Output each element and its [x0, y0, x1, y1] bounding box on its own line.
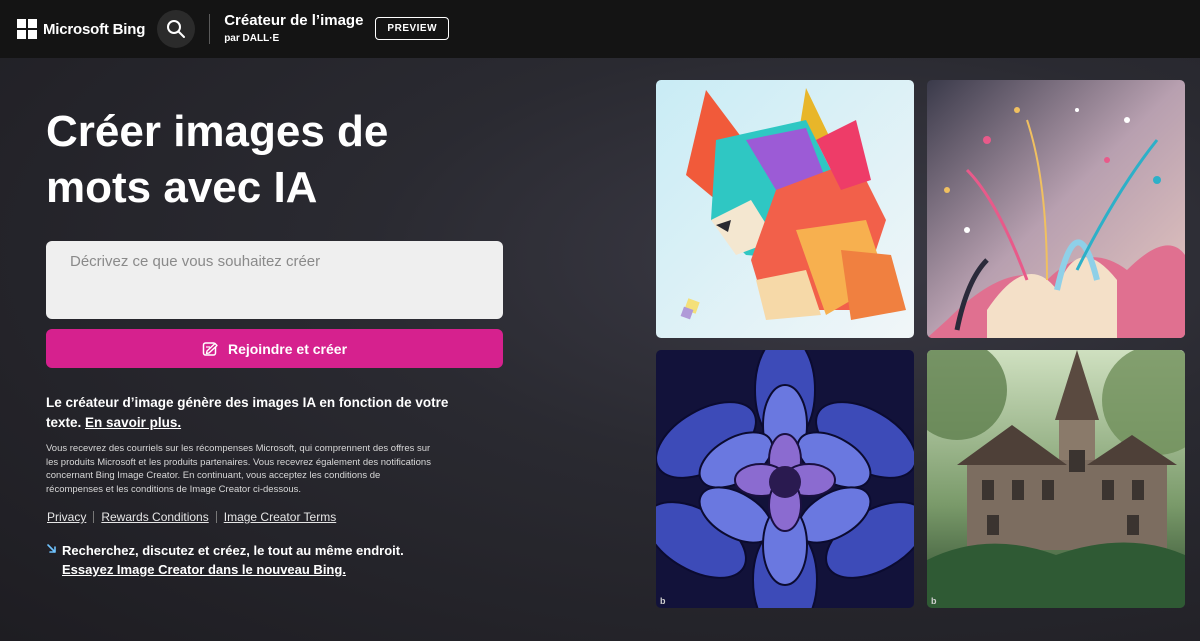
- paint-splash-image[interactable]: [927, 80, 1185, 338]
- footer-links: Privacy Rewards Conditions Image Creator…: [47, 510, 336, 524]
- blue-dahlia-image[interactable]: b: [656, 350, 914, 608]
- preview-badge: PREVIEW: [375, 16, 450, 40]
- search-icon: [167, 20, 186, 38]
- fox-papercraft-image[interactable]: [656, 80, 914, 338]
- create-sparkle-icon: [202, 340, 220, 358]
- privacy-link[interactable]: Privacy: [47, 510, 86, 524]
- prompt-input[interactable]: [46, 241, 503, 319]
- create-button-label: Rejoindre et créer: [227, 340, 348, 357]
- product-title: Créateur de l’image: [224, 12, 364, 29]
- try-new-bing-link[interactable]: Essayez Image Creator dans le nouveau Bi…: [62, 562, 346, 577]
- top-bar: Microsoft Bing Créateur de l’image par D…: [0, 0, 1200, 58]
- page-title: Créer images de mots avec IA: [46, 107, 389, 212]
- rewards-conditions-link[interactable]: Rewards Conditions: [101, 510, 208, 524]
- search-button[interactable]: [157, 10, 196, 48]
- image-creator-terms-link[interactable]: Image Creator Terms: [224, 510, 336, 524]
- join-and-create-button[interactable]: Rejoindre et créer: [46, 329, 503, 368]
- arrow-sparkle-icon: [46, 541, 58, 560]
- forest-castle-image[interactable]: b: [927, 350, 1185, 608]
- header-divider: [209, 14, 211, 44]
- microsoft-bing-logo[interactable]: Microsoft Bing: [17, 19, 145, 39]
- promo-text: Recherchez, discutez et créez, le tout a…: [62, 543, 404, 558]
- product-subtitle: par DALL·E: [224, 33, 280, 44]
- microsoft-logo-icon: [17, 19, 37, 39]
- bing-watermark: b: [931, 596, 937, 606]
- fine-print: Vous recevrez des courriels sur les réco…: [46, 443, 431, 495]
- description-text: Le créateur d’image génère des images IA…: [46, 393, 476, 433]
- learn-more-link[interactable]: En savoir plus.: [85, 415, 181, 430]
- product-brand[interactable]: Créateur de l’image par DALL·E: [224, 12, 363, 46]
- link-separator: [215, 511, 217, 523]
- bing-watermark: b: [660, 596, 666, 606]
- logo-text: Microsoft Bing: [43, 20, 146, 38]
- new-bing-promo: Recherchez, discutez et créez, le tout a…: [46, 541, 466, 579]
- link-separator: [93, 511, 95, 523]
